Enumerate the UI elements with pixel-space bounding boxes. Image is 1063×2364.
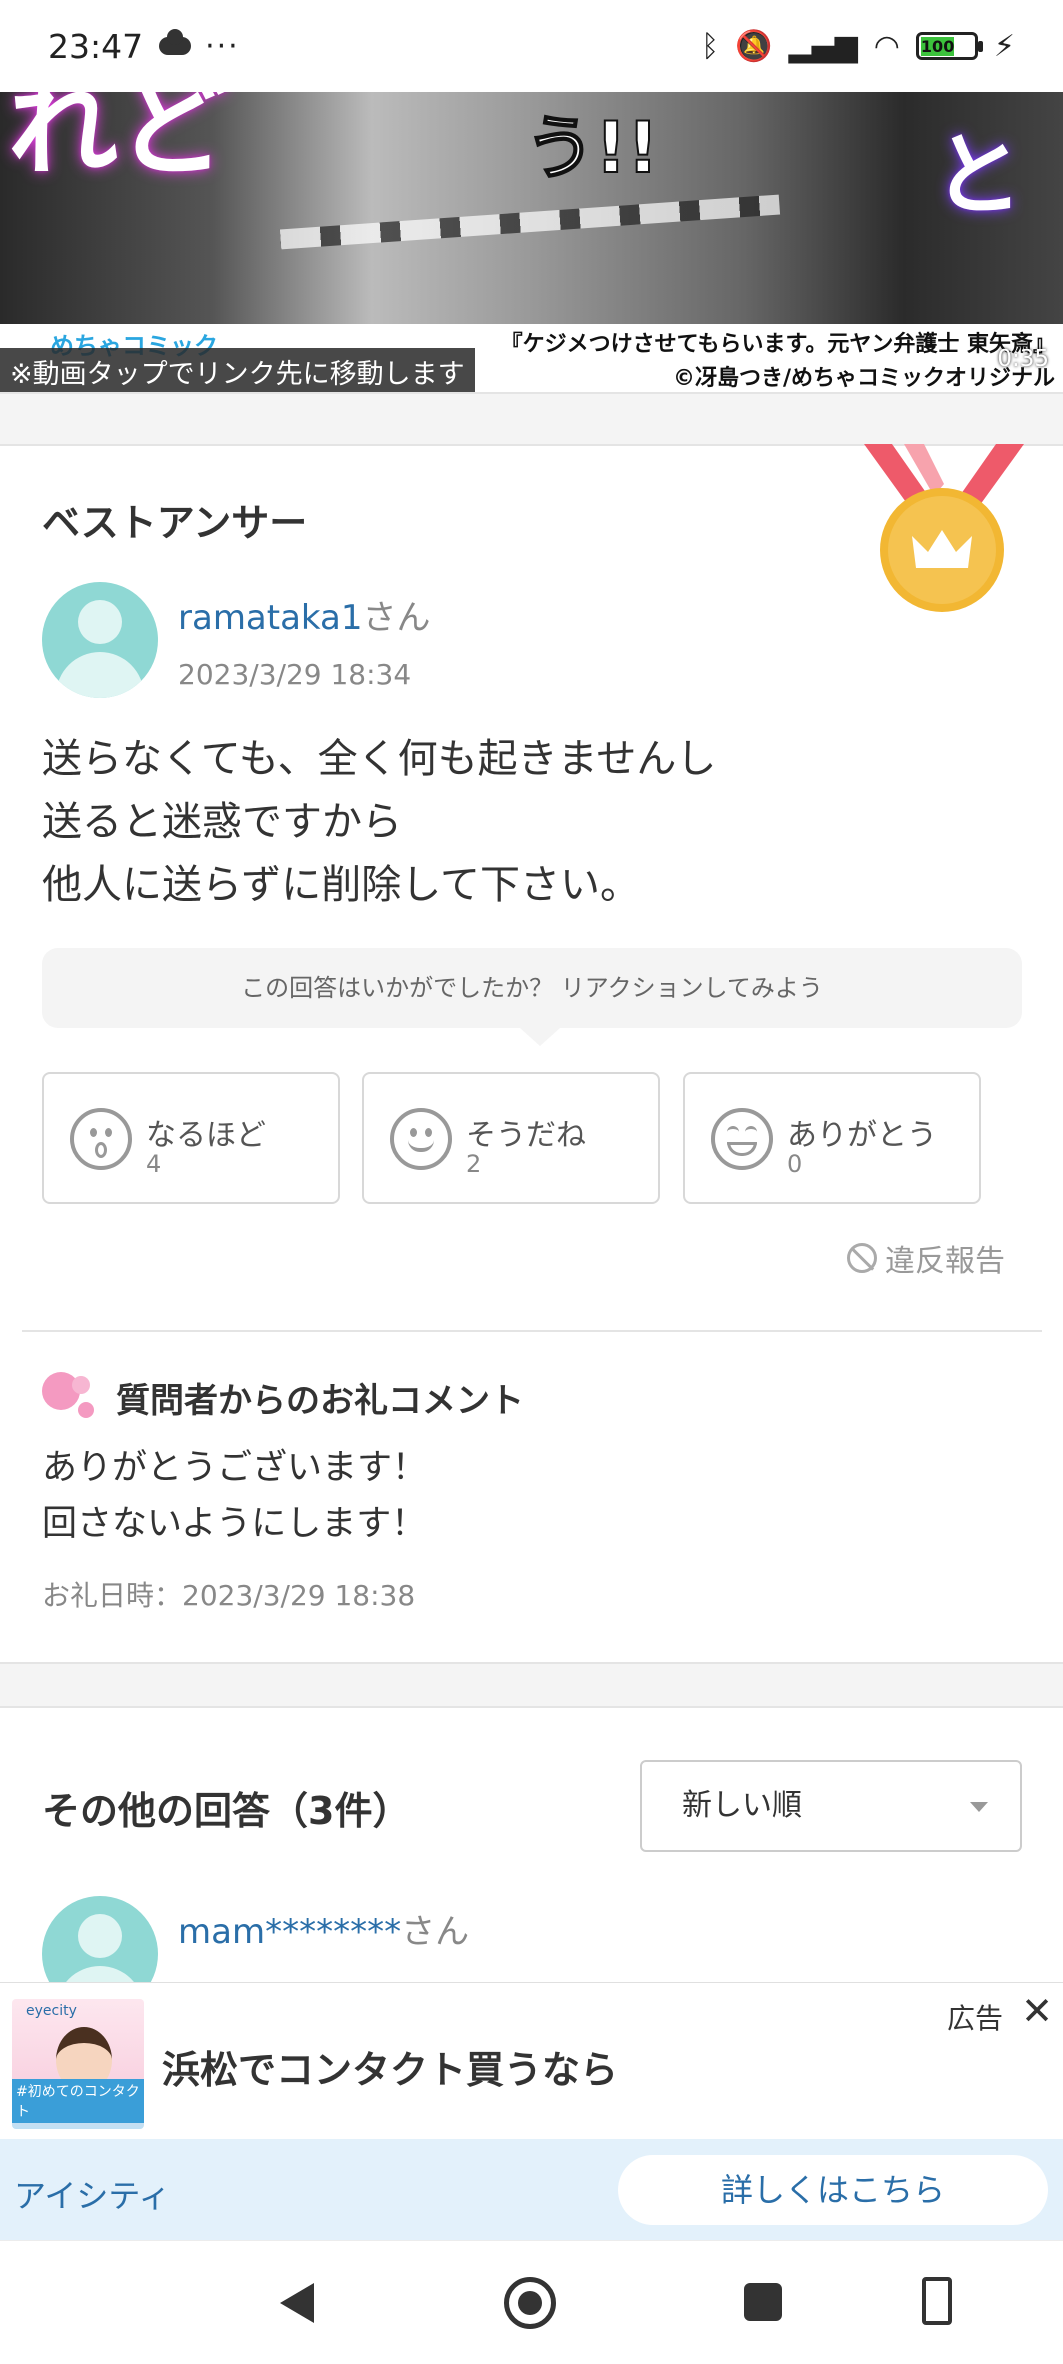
surprised-face-icon <box>70 1108 132 1170</box>
clock: 23:47 <box>48 26 144 66</box>
more-notifications-icon: ··· <box>205 28 240 64</box>
ad-close-icon[interactable]: ✕ <box>1021 1989 1053 2033</box>
battery-level: 100 <box>920 37 955 56</box>
reaction-count: 0 <box>787 1150 803 1178</box>
reaction-naruhodo-button[interactable]: なるほど 4 <box>42 1072 340 1204</box>
ad-advertiser: アイシティ <box>14 2177 171 2215</box>
manga-text-right: と <box>933 123 1023 228</box>
username-link[interactable]: ramataka1 <box>178 598 363 638</box>
honorific: さん <box>362 598 431 638</box>
ad-banner[interactable]: eyecity #初めてのコンタクト 広告 ✕ 浜松でコンタクト買うなら アイシ… <box>0 1982 1063 2241</box>
ad-footer: アイシティ 詳しくはこちら <box>0 2139 1063 2241</box>
ad-label: 広告 <box>946 2002 1003 2035</box>
manga-text-left: れど <box>8 92 228 191</box>
section-separator <box>0 392 1063 446</box>
reaction-count: 2 <box>466 1150 482 1178</box>
sort-order-value: 新しい順 <box>682 1788 802 1823</box>
answer-date: 2023/3/29 18:34 <box>178 658 412 691</box>
sakura-icon <box>42 1372 106 1422</box>
cloud-icon <box>159 29 192 55</box>
report-label: 違反報告 <box>885 1244 1005 1279</box>
prohibited-icon <box>847 1243 877 1273</box>
ad-thumb-tag: #初めてのコンタクト <box>12 2079 144 2123</box>
thanks-line: 回さないようにします！ <box>42 1504 427 1544</box>
reaction-count: 4 <box>146 1150 162 1178</box>
ad-headline: 浜松でコンタクト買うなら <box>162 2048 619 2092</box>
bluetooth-icon: ᛒ <box>701 28 720 64</box>
video-duration: 0:35 <box>997 346 1049 372</box>
report-violation-link[interactable]: 違反報告 <box>847 1236 1005 1280</box>
medal-crown-icon <box>864 444 1024 612</box>
reaction-label: そうだね <box>466 1118 586 1153</box>
thanks-date: お礼日時：2023/3/29 18:38 <box>42 1579 416 1612</box>
credit-title: 『ケジメつけさせてもらいます。元ヤン弁護士 東矢斎』 <box>500 332 1055 357</box>
answer-body: 送らなくても、全く何も起きませんし 送ると迷惑ですから 他人に送らずに削除して下… <box>42 728 716 917</box>
charging-icon: ⚡ <box>993 28 1015 64</box>
answerer-name: mam********さん <box>178 1904 469 1953</box>
reaction-prompt: この回答はいかがでしたか？ リアクションしてみよう <box>42 948 1022 1046</box>
section-separator <box>0 1662 1063 1708</box>
reaction-arigatou-button[interactable]: ありがとう 0 <box>683 1072 981 1204</box>
avatar-body <box>56 652 144 698</box>
avatar-head <box>78 600 122 644</box>
system-nav-bar <box>0 2240 1063 2364</box>
thanks-title-text: 質問者からのお礼コメント <box>116 1380 524 1421</box>
status-icons: ᛒ 🔕 ▂▄▆ ◠ 100 ⚡ <box>701 29 1015 64</box>
grin-face-icon <box>711 1108 773 1170</box>
avatar-head <box>78 1914 122 1958</box>
battery-icon: 100 <box>915 32 983 60</box>
ad-cta-button[interactable]: 詳しくはこちら <box>618 2155 1048 2225</box>
honorific: さん <box>401 1912 470 1952</box>
reaction-label: なるほど <box>146 1118 266 1153</box>
ad-thumbnail: eyecity #初めてのコンタクト <box>12 1999 144 2129</box>
answer-line: 送らなくても、全く何も起きませんし <box>42 736 717 782</box>
reaction-label: ありがとう <box>787 1118 937 1153</box>
answer-line: 他人に送らずに削除して下さい。 <box>42 862 640 908</box>
thanks-line: ありがとうございます！ <box>42 1448 428 1488</box>
divider <box>22 1330 1042 1332</box>
thanks-title: 質問者からのお礼コメント <box>42 1372 524 1422</box>
rotate-icon[interactable] <box>922 2277 952 2325</box>
wifi-icon: ◠ <box>873 28 900 64</box>
best-answer-title: ベストアンサー <box>42 501 308 545</box>
back-icon[interactable] <box>280 2283 314 2323</box>
avatar[interactable] <box>42 582 158 698</box>
sort-order-select[interactable]: 新しい順 <box>640 1760 1022 1852</box>
smile-face-icon <box>390 1108 452 1170</box>
status-bar: 23:47 ··· ᛒ 🔕 ▂▄▆ ◠ 100 ⚡ <box>0 0 1063 92</box>
dropdown-caret-icon <box>970 1802 988 1812</box>
username-link[interactable]: mam******** <box>178 1912 401 1952</box>
tap-note: ※動画タップでリンク先に移動します <box>0 348 475 392</box>
video-ad-banner[interactable]: れど う!! と めちゃコミック 『ケジメつけさせてもらいます。元ヤン弁護士 東… <box>0 92 1063 392</box>
manga-text-center: う!! <box>524 106 660 190</box>
other-answers-title: その他の回答（3件） <box>42 1789 411 1833</box>
answer-line: 送ると迷惑ですから <box>42 799 402 845</box>
ad-brand-logo: eyecity <box>26 2003 77 2019</box>
signal-icon: ▂▄▆ <box>788 28 858 64</box>
thanks-body: ありがとうございます！ 回さないようにします！ <box>42 1440 427 1552</box>
answerer-name: ramataka1さん <box>178 590 431 639</box>
reaction-soudane-button[interactable]: そうだね 2 <box>362 1072 660 1204</box>
recents-icon[interactable] <box>744 2283 782 2321</box>
mute-icon: 🔕 <box>735 28 773 64</box>
home-icon[interactable] <box>504 2277 556 2329</box>
